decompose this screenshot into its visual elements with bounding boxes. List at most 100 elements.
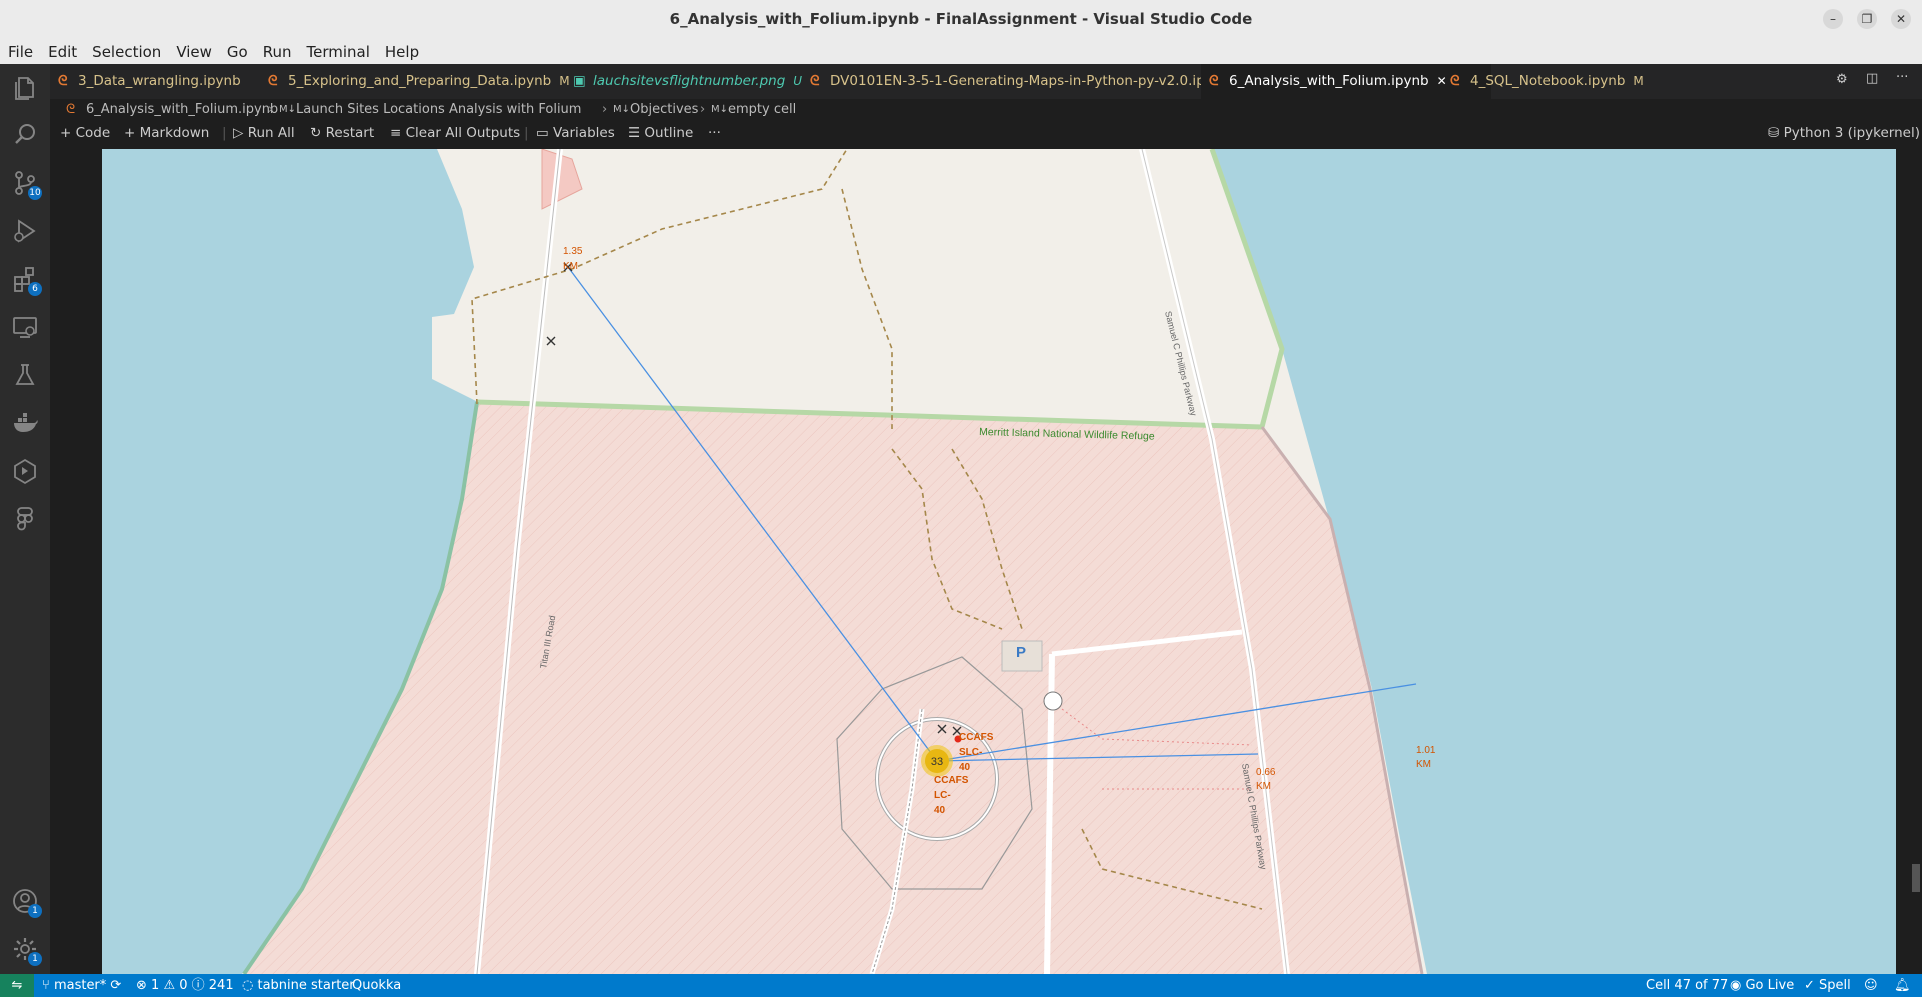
explorer-icon[interactable] [10, 72, 40, 102]
source-control-icon[interactable]: 10 [10, 168, 42, 200]
jupyter-icon: ᘓ [268, 73, 278, 89]
restore-button[interactable]: ❐ [1857, 9, 1877, 29]
docker-icon[interactable] [10, 408, 40, 438]
distance-label: KM [1256, 781, 1271, 792]
window-title: 6_Analysis_with_Folium.ipynb - FinalAssi… [669, 10, 1253, 28]
distance-label: 0.66 [1256, 767, 1276, 778]
warning-icon: ⚠ [159, 978, 180, 993]
menu-run[interactable]: Run [255, 38, 299, 61]
kernel-icon: ⛁ [1768, 125, 1784, 141]
notifications-bell-icon[interactable]: 🔔︎ [1894, 974, 1911, 997]
editor-tabs: ᘓ 3_Data_wrangling.ipynb ᘓ 5_Exploring_and… [50, 64, 1922, 99]
feedback-icon[interactable]: ☺ [1864, 974, 1878, 997]
tab-label: 5_Exploring_and_Preparing_Data.ipynb [288, 73, 552, 89]
kubernetes-icon[interactable] [10, 456, 40, 486]
chevron-right-icon: › [602, 102, 608, 117]
outline-label: Outline [644, 125, 694, 141]
markdown-icon: M↓ [711, 104, 729, 115]
accounts-icon[interactable]: 1 [10, 886, 42, 918]
menu-edit[interactable]: Edit [40, 38, 84, 61]
untracked-indicator: U [793, 74, 803, 88]
title-bar: 6_Analysis_with_Folium.ipynb - FinalAssi… [0, 0, 1922, 39]
remote-explorer-icon[interactable] [10, 312, 40, 342]
add-code-cell-button[interactable]: + Code [60, 121, 110, 145]
variables-label: Variables [553, 125, 615, 141]
breadcrumb-file[interactable]: 6_Analysis_with_Folium.ipynb [86, 99, 278, 121]
menu-selection[interactable]: Selection [84, 38, 168, 61]
distance-label: KM [563, 261, 578, 272]
tabnine-status[interactable]: ◌ tabnine starter [242, 974, 355, 997]
close-button[interactable]: ✕ [1891, 9, 1911, 29]
editor-scrollbar[interactable] [1912, 864, 1920, 892]
menu-bar: File Edit Selection View Go Run Terminal Help [0, 38, 1922, 64]
add-markdown-cell-button[interactable]: + Markdown [124, 121, 209, 145]
variables-button[interactable]: ▭ Variables [536, 121, 615, 145]
site-label-line: SLC- [959, 747, 982, 758]
menu-file[interactable]: File [0, 38, 40, 61]
breadcrumb-section-1[interactable]: Launch Sites Locations Analysis with Fol… [296, 99, 581, 121]
add-code-label: Code [75, 125, 111, 141]
figma-icon[interactable] [10, 504, 40, 534]
breadcrumb-section-3[interactable]: empty cell [728, 99, 796, 121]
site-label-line: 40 [934, 805, 946, 816]
run-all-button[interactable]: ▷ Run All [233, 121, 295, 145]
tab-png-image[interactable]: ▣ lauchsitevsflightnumber.png U [565, 64, 802, 99]
status-bar: ⇋ ⑂ master* ⟳ ⊗ 1 ⚠ 0 ⓘ 241 ◌ tabnine st… [0, 974, 1922, 997]
site-label-line: LC- [934, 790, 951, 801]
menu-help[interactable]: Help [377, 38, 426, 61]
spell-checker[interactable]: ✓ Spell [1804, 974, 1851, 997]
breadcrumb-section-2[interactable]: Objectives [630, 99, 698, 121]
testing-icon[interactable] [10, 360, 40, 390]
info-count: 241 [208, 978, 234, 993]
split-editor-icon[interactable]: ◫ [1866, 71, 1878, 86]
tab-generating-maps[interactable]: ᘓ DV0101EN-3-5-1-Generating-Maps-in-Pytho… [802, 64, 1230, 99]
menu-terminal[interactable]: Terminal [299, 38, 377, 61]
outline-button[interactable]: ☰ Outline [628, 121, 693, 145]
clear-all-outputs-button[interactable]: ≡ Clear All Outputs [390, 121, 520, 145]
run-debug-icon[interactable] [10, 216, 40, 246]
extensions-icon[interactable]: 6 [10, 264, 42, 296]
remote-indicator-icon[interactable]: ⇋ [0, 974, 34, 997]
tabnine-icon: ◌ [242, 978, 258, 993]
menu-view[interactable]: View [168, 38, 219, 61]
spell-label: Spell [1819, 978, 1851, 993]
go-live-label: Go Live [1745, 978, 1795, 993]
settings-badge: 1 [28, 952, 42, 966]
problems-indicator[interactable]: ⊗ 1 ⚠ 0 ⓘ 241 [136, 974, 234, 997]
tab-label: 6_Analysis_with_Folium.ipynb [1229, 73, 1429, 89]
quokka-status[interactable]: Quokka [352, 974, 401, 997]
sync-icon: ⟳ [106, 978, 122, 993]
site-label-line: 40 [959, 762, 971, 773]
menu-go[interactable]: Go [219, 38, 255, 61]
error-icon: ⊗ [136, 978, 152, 993]
git-branch[interactable]: ⑂ master* ⟳ [42, 974, 121, 997]
search-icon[interactable] [10, 120, 40, 150]
parking-label: P [1016, 644, 1026, 661]
tab-exploring-data[interactable]: ᘓ 5_Exploring_and_Preparing_Data.ipynb M [260, 64, 570, 99]
toolbar-more-button[interactable]: ··· [708, 121, 721, 145]
tab-label: lauchsitevsflightnumber.png [593, 73, 786, 89]
toolbar-divider: | [222, 125, 227, 141]
settings-icon[interactable]: ⚙ [1836, 72, 1848, 87]
clear-label: Clear All Outputs [405, 125, 521, 141]
jupyter-icon: ᘓ [66, 102, 76, 117]
restart-button[interactable]: ↻ Restart [310, 121, 374, 145]
go-live-button[interactable]: ◉ Go Live [1730, 974, 1794, 997]
jupyter-icon: ᘓ [810, 73, 820, 89]
markdown-icon: M↓ [279, 104, 297, 115]
kernel-picker[interactable]: ⛁ Python 3 (ipykernel) [1768, 121, 1920, 145]
warning-count: 0 [179, 978, 188, 993]
tabnine-label: tabnine starter [257, 978, 355, 993]
settings-gear-icon[interactable]: 1 [10, 934, 42, 966]
more-actions-icon[interactable]: ··· [1896, 70, 1908, 85]
accounts-badge: 1 [28, 904, 42, 918]
tab-data-wrangling[interactable]: ᘓ 3_Data_wrangling.ipynb [50, 64, 260, 99]
minimize-button[interactable]: – [1823, 9, 1843, 29]
folium-map[interactable]: P Titan III Road Samuel C Phillips Parkw… [102, 149, 1896, 974]
jupyter-icon: ᘓ [1450, 73, 1460, 89]
restart-label: Restart [325, 125, 375, 141]
markdown-icon: M↓ [613, 104, 631, 115]
cell-position[interactable]: Cell 47 of 77 [1646, 974, 1728, 997]
chevron-right-icon: › [268, 102, 274, 117]
tab-sql-notebook[interactable]: ᘓ 4_SQL_Notebook.ipynb M [1442, 64, 1652, 99]
